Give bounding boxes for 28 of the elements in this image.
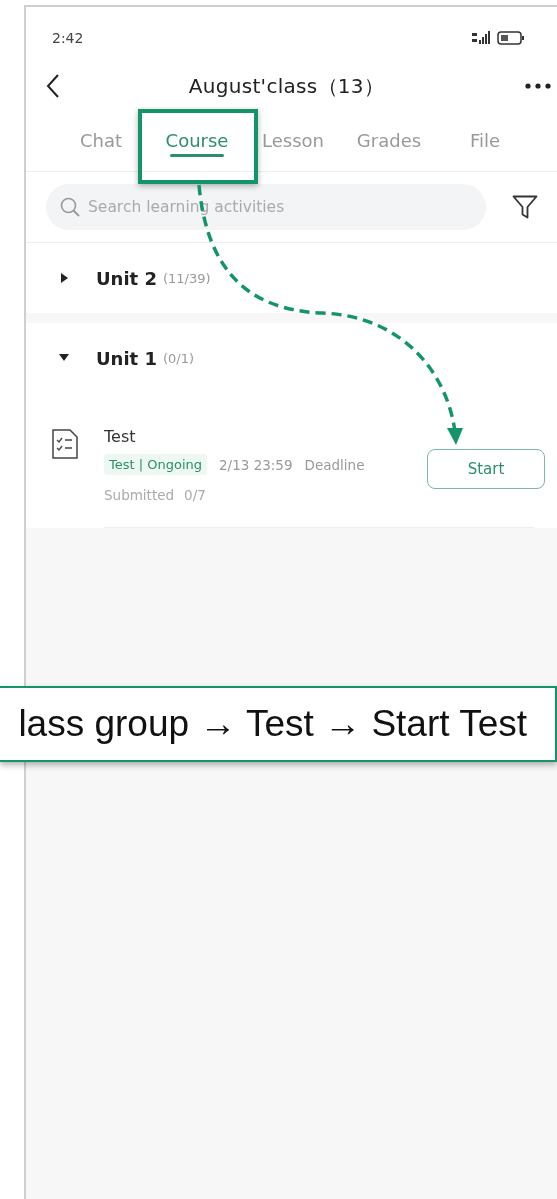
unit-count: (11/39) <box>163 270 211 286</box>
activity-title: Test <box>104 427 137 446</box>
unit-title: Unit 1 <box>96 347 157 369</box>
filter-icon[interactable] <box>512 195 538 219</box>
more-icon[interactable] <box>525 83 551 89</box>
unit-count: (0/1) <box>163 350 195 366</box>
tab[interactable]: Lesson <box>245 109 341 171</box>
status-time: 2:42 <box>52 30 84 46</box>
tab[interactable]: Course <box>149 109 245 171</box>
battery-icon <box>497 31 525 45</box>
callout-text: lass group → Test → Start Test <box>18 703 527 745</box>
tab[interactable]: Grades <box>341 109 437 171</box>
submitted-label: Submitted <box>104 487 175 503</box>
start-button[interactable]: Start <box>427 449 545 489</box>
search-field[interactable]: Search learning activities <box>46 184 486 230</box>
signal-icon <box>471 31 493 45</box>
unit-title: Unit 2 <box>96 267 157 289</box>
due-date: 2/13 23:59 <box>219 456 293 473</box>
tab[interactable]: File <box>437 109 533 171</box>
back-icon[interactable] <box>46 73 60 99</box>
status-tag: Test | Ongoing <box>104 454 208 475</box>
unit-row[interactable]: Unit 1 (0/1) <box>26 323 557 393</box>
tab[interactable]: Chat <box>53 109 149 171</box>
checklist-icon <box>52 429 78 459</box>
unit-row[interactable]: Unit 2 (11/39) <box>26 243 557 313</box>
group-title: August'class（13） <box>187 72 386 100</box>
submitted-count: 0/7 <box>184 487 206 503</box>
deadline-label: Deadline <box>304 456 365 473</box>
